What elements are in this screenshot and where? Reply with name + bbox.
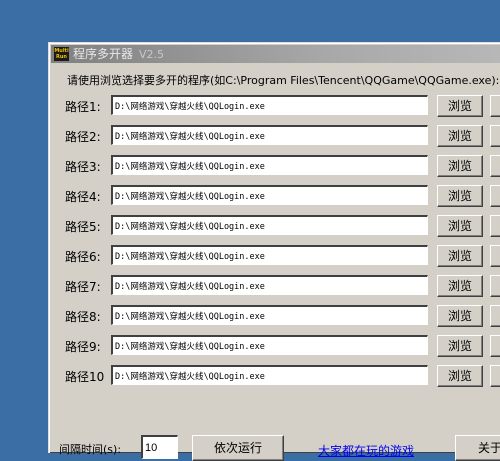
about-button[interactable]: 关于 xyxy=(455,435,500,461)
path-row: 路径5: 浏览 xyxy=(49,215,500,237)
app-icon: Multi Run xyxy=(54,47,69,61)
run-sequentially-button[interactable]: 依次运行 xyxy=(192,435,284,461)
interval-label: 间隔时间(s): xyxy=(59,443,122,456)
path-input[interactable] xyxy=(111,365,428,385)
path-row: 路径7: 浏览 xyxy=(49,275,500,297)
browse-button[interactable]: 浏览 xyxy=(437,275,483,297)
row-extra-button[interactable] xyxy=(490,215,500,237)
browse-button[interactable]: 浏览 xyxy=(437,305,483,327)
path-input[interactable] xyxy=(111,95,428,115)
browse-button[interactable]: 浏览 xyxy=(437,365,483,387)
row-extra-button[interactable] xyxy=(490,155,500,177)
row-extra-button[interactable] xyxy=(490,125,500,147)
path-row: 路径9: 浏览 xyxy=(49,335,500,357)
window-title: 程序多开器 V2.5 xyxy=(73,45,164,64)
window-title-text: 程序多开器 xyxy=(73,47,134,61)
path-input[interactable] xyxy=(111,335,428,355)
path-label: 路径1: xyxy=(65,100,101,114)
path-label: 路径5: xyxy=(65,220,101,234)
path-input[interactable] xyxy=(111,275,428,295)
browse-button[interactable]: 浏览 xyxy=(437,245,483,267)
row-extra-button[interactable] xyxy=(490,95,500,117)
path-label: 路径4: xyxy=(65,190,101,204)
path-input[interactable] xyxy=(111,215,428,235)
title-bar[interactable]: Multi Run 程序多开器 V2.5 xyxy=(51,45,500,63)
path-label: 路径2: xyxy=(65,130,101,144)
path-input[interactable] xyxy=(111,125,428,145)
browse-button[interactable]: 浏览 xyxy=(437,155,483,177)
row-extra-button[interactable] xyxy=(490,185,500,207)
path-row: 路径8: 浏览 xyxy=(49,305,500,327)
path-input[interactable] xyxy=(111,155,428,175)
path-input[interactable] xyxy=(111,185,428,205)
path-row: 路径6: 浏览 xyxy=(49,245,500,267)
browse-button[interactable]: 浏览 xyxy=(437,335,483,357)
row-extra-button[interactable] xyxy=(490,245,500,267)
path-label: 路径3: xyxy=(65,160,101,174)
path-row: 路径2: 浏览 xyxy=(49,125,500,147)
path-row: 路径1: 浏览 xyxy=(49,95,500,117)
browse-button[interactable]: 浏览 xyxy=(437,95,483,117)
browse-button[interactable]: 浏览 xyxy=(437,215,483,237)
row-extra-button[interactable] xyxy=(490,275,500,297)
interval-input[interactable] xyxy=(141,435,178,459)
row-extra-button[interactable] xyxy=(490,365,500,387)
path-label: 路径9: xyxy=(65,340,101,354)
path-row: 路径3: 浏览 xyxy=(49,155,500,177)
path-label: 路径6: xyxy=(65,250,101,264)
path-row: 路径4: 浏览 xyxy=(49,185,500,207)
path-row: 路径10 浏览 xyxy=(49,365,500,387)
window-version: V2.5 xyxy=(139,48,165,61)
path-input[interactable] xyxy=(111,245,428,265)
path-input[interactable] xyxy=(111,305,428,325)
path-label: 路径7: xyxy=(65,280,101,294)
browse-button[interactable]: 浏览 xyxy=(437,125,483,147)
path-label: 路径8: xyxy=(65,310,101,324)
path-label: 路径10 xyxy=(65,370,105,384)
instruction-text: 请使用浏览选择要多开的程序(如C:\Program Files\Tencent\… xyxy=(67,74,500,87)
popular-games-link[interactable]: 大家都在玩的游戏 xyxy=(318,442,414,459)
browse-button[interactable]: 浏览 xyxy=(437,185,483,207)
main-window: Multi Run 程序多开器 V2.5 请使用浏览选择要多开的程序(如C:\Pr… xyxy=(48,42,500,461)
row-extra-button[interactable] xyxy=(490,335,500,357)
row-extra-button[interactable] xyxy=(490,305,500,327)
